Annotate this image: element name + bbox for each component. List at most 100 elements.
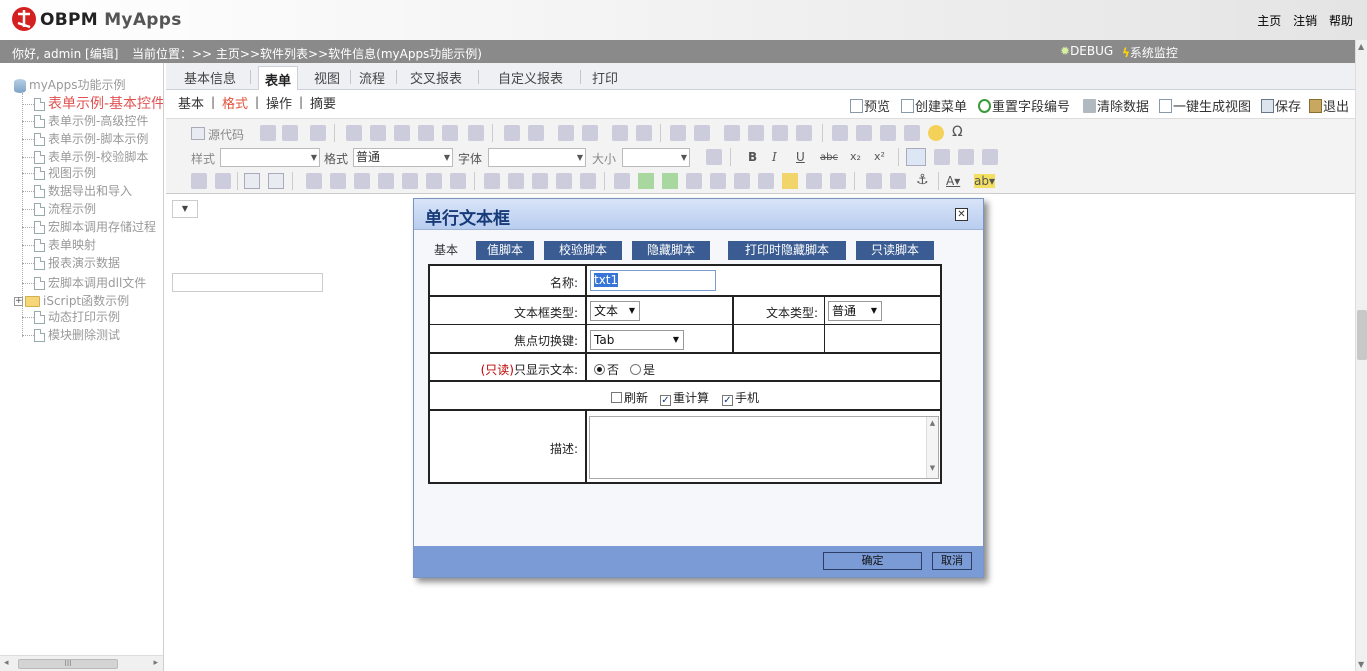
superscript-icon[interactable]: x²	[874, 150, 885, 163]
clear-data-button[interactable]: 清除数据	[1083, 96, 1149, 115]
create-menu-button[interactable]: 创建菜单	[901, 96, 967, 115]
anchor-icon[interactable]: ⚓	[916, 172, 929, 188]
tree-item-form-script[interactable]: 表单示例-脚本示例	[22, 130, 148, 148]
link-style-icon[interactable]	[796, 125, 812, 141]
outdent-icon[interactable]	[724, 125, 740, 141]
save-button[interactable]: 保存	[1261, 96, 1301, 115]
readonly-yes-radio[interactable]: 是	[630, 361, 655, 378]
exit-button[interactable]: 退出	[1309, 96, 1349, 115]
tree-horizontal-scrollbar[interactable]: ◂ III ▸	[0, 655, 163, 671]
indent-icon[interactable]	[748, 125, 764, 141]
scroll-up-icon[interactable]: ▲	[1358, 42, 1364, 51]
blockquote-icon[interactable]	[772, 125, 788, 141]
tree-item-report-demo[interactable]: 报表演示数据	[22, 254, 120, 272]
italic-icon[interactable]: I	[772, 150, 777, 164]
cut-icon[interactable]	[346, 125, 362, 141]
redo-icon[interactable]	[528, 125, 544, 141]
undo-icon[interactable]	[504, 125, 520, 141]
tree-item-macro-dll[interactable]: 宏脚本调用dll文件	[22, 274, 146, 292]
mobile-checkbox[interactable]: ✓ 手机	[722, 389, 759, 406]
textarea-control-icon[interactable]	[268, 173, 284, 189]
radio-control-icon[interactable]	[215, 173, 231, 189]
replace-icon[interactable]	[582, 125, 598, 141]
special-char-icon[interactable]: Ω	[952, 124, 963, 140]
strikethrough-icon[interactable]: abc	[820, 152, 838, 163]
subtab-basic[interactable]: 基本	[178, 93, 204, 112]
table-icon[interactable]	[880, 125, 896, 141]
align-justify-icon[interactable]	[982, 149, 998, 165]
help-link[interactable]: 帮助	[1329, 14, 1353, 28]
survey-control-icon[interactable]	[830, 173, 846, 189]
unordered-list-icon[interactable]	[694, 125, 710, 141]
ok-button[interactable]: 确定	[823, 552, 922, 570]
paste-icon[interactable]	[394, 125, 410, 141]
user-greeting[interactable]: 你好, admin [编辑]	[12, 45, 118, 62]
subtab-summary[interactable]: 摘要	[310, 93, 336, 112]
format-select[interactable]: 普通 ▼	[353, 148, 453, 167]
dialog-tab-basic[interactable]: 基本	[428, 241, 464, 260]
recalc-checkbox[interactable]: ✓ 重计算	[660, 389, 709, 406]
scroll-left-icon[interactable]: ◂	[4, 658, 9, 668]
tree-root[interactable]: myApps功能示例	[14, 76, 126, 94]
scroll-down-icon[interactable]: ▼	[1358, 660, 1364, 669]
remove-format-icon[interactable]	[636, 125, 652, 141]
tree-item-view[interactable]: 视图示例	[22, 164, 96, 182]
focus-key-select[interactable]: Tab ▼	[590, 330, 684, 350]
grid-control-icon[interactable]	[306, 173, 322, 189]
tab-cross-report[interactable]: 交叉报表	[410, 68, 462, 87]
textbox-type-select[interactable]: 文本 ▼	[590, 301, 640, 321]
expand-icon[interactable]: +	[14, 297, 23, 306]
reset-field-ids-button[interactable]: 重置字段编号	[978, 96, 1070, 115]
copy-icon[interactable]	[370, 125, 386, 141]
scrollbar-thumb[interactable]: III	[18, 659, 118, 669]
tree-item-macro-proc[interactable]: 宏脚本调用存储过程	[22, 218, 156, 236]
dialog-titlebar[interactable]: 单行文本框 ✕	[414, 199, 983, 230]
background-color-icon[interactable]: ab▾	[974, 174, 995, 188]
text-type-select[interactable]: 普通 ▼	[828, 301, 882, 321]
unlink-icon[interactable]	[890, 173, 906, 189]
frame-control-icon[interactable]	[710, 173, 726, 189]
font-select[interactable]: ▼	[488, 148, 586, 167]
zoom-icon[interactable]	[706, 149, 722, 165]
name-input[interactable]: txt1	[590, 270, 716, 291]
tab-control-icon[interactable]	[686, 173, 702, 189]
dialog-tab-readonly-script[interactable]: 只读脚本	[856, 241, 934, 260]
page-scrollbar[interactable]: ▲ ▼	[1355, 40, 1367, 671]
tree-control-icon[interactable]	[402, 173, 418, 189]
align-center-icon[interactable]	[934, 149, 950, 165]
textfield-control-icon[interactable]	[244, 173, 260, 189]
department-control-icon[interactable]	[378, 173, 394, 189]
subtab-format[interactable]: 格式	[222, 93, 248, 112]
form-select-control[interactable]: ▼	[172, 200, 198, 218]
crop-control-icon[interactable]	[426, 173, 442, 189]
smiley-icon[interactable]	[928, 125, 944, 141]
image-icon[interactable]	[832, 125, 848, 141]
line-control-icon[interactable]	[484, 173, 500, 189]
dialog-tab-print-hide-script[interactable]: 打印时隐藏脚本	[728, 241, 846, 260]
tree-item-form-mapping[interactable]: 表单映射	[22, 236, 96, 254]
form-text-control[interactable]	[172, 273, 323, 292]
scroll-right-icon[interactable]: ▸	[153, 658, 158, 668]
align-left-icon[interactable]	[906, 148, 926, 166]
tab-view[interactable]: 视图	[314, 68, 340, 87]
pen-control-icon[interactable]	[614, 173, 630, 189]
bold-icon[interactable]: B	[748, 150, 757, 164]
text-color-icon[interactable]: A▾	[946, 174, 960, 188]
upload-control-icon[interactable]	[782, 173, 798, 189]
logout-link[interactable]: 注销	[1293, 14, 1317, 28]
description-textarea[interactable]: ▲ ▼	[589, 416, 939, 479]
layout-control-icon[interactable]	[450, 173, 466, 189]
checkbox-control-icon[interactable]	[191, 173, 207, 189]
scrollbar-thumb[interactable]	[1357, 310, 1367, 360]
readonly-no-radio[interactable]: 否	[594, 361, 619, 378]
video-control-icon[interactable]	[734, 173, 750, 189]
tree-item-module-delete[interactable]: 模块删除测试	[22, 326, 120, 344]
tab-form[interactable]: 表单	[258, 66, 299, 90]
ordered-list-icon[interactable]	[670, 125, 686, 141]
tree-item-form-advanced[interactable]: 表单示例-高级控件	[22, 112, 148, 130]
date-control-icon[interactable]	[330, 173, 346, 189]
horizontal-rule-icon[interactable]	[904, 125, 920, 141]
generate-view-button[interactable]: 一键生成视图	[1159, 96, 1251, 115]
source-code-button[interactable]: 源代码	[208, 126, 244, 143]
preview-button[interactable]: 预览	[850, 96, 890, 115]
